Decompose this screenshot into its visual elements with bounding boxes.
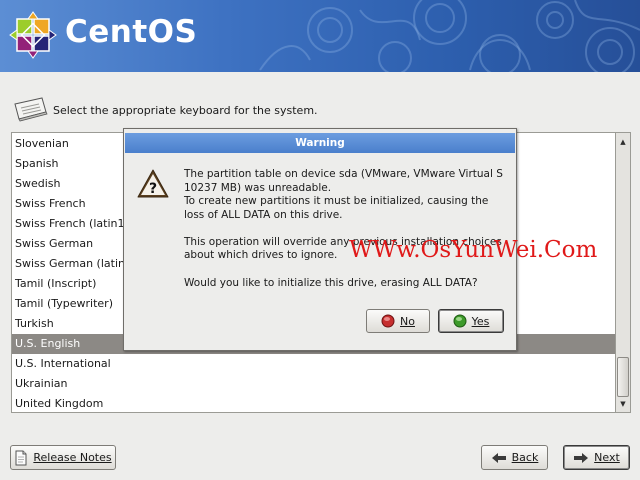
list-scrollbar[interactable]: ▲ ▼ (615, 132, 631, 413)
dialog-message-line-4: loss of ALL DATA on this drive. (184, 209, 343, 221)
back-button[interactable]: Back (481, 445, 548, 470)
watermark-text: WWw.OsYunWei.Com (349, 237, 598, 263)
arrow-right-icon (573, 452, 589, 464)
centos-logo-icon (9, 11, 57, 59)
scroll-thumb[interactable] (617, 357, 629, 397)
header-banner: CentOS (0, 0, 640, 72)
svg-text:?: ? (149, 181, 157, 197)
yes-button[interactable]: Yes (438, 309, 504, 333)
document-icon (14, 450, 28, 466)
question-icon: ? (137, 169, 169, 198)
yes-icon (453, 314, 467, 328)
next-button[interactable]: Next (563, 445, 630, 470)
arrow-left-icon (491, 452, 507, 464)
list-item-united-kingdom[interactable]: United Kingdom (12, 394, 615, 412)
list-item-ukrainian[interactable]: Ukrainian (12, 374, 615, 394)
release-notes-label: Release Notes (33, 451, 112, 464)
back-label: Back (511, 451, 539, 464)
dialog-title: Warning (125, 133, 515, 153)
dialog-question: Would you like to initialize this drive,… (184, 277, 478, 289)
scroll-up-arrow-icon[interactable]: ▲ (616, 135, 630, 149)
keyboard-icon (14, 97, 48, 122)
dialog-message-line-2: 10237 MB) was unreadable. (184, 182, 332, 194)
yes-button-label: Yes (471, 314, 490, 328)
next-label: Next (594, 451, 620, 464)
no-icon (381, 314, 395, 328)
release-notes-button[interactable]: Release Notes (10, 445, 116, 470)
dialog-message-line-3: To create new partitions it must be init… (184, 195, 489, 207)
keyboard-prompt: Select the appropriate keyboard for the … (53, 104, 318, 117)
no-button[interactable]: No (366, 309, 430, 333)
list-item-us-international[interactable]: U.S. International (12, 354, 615, 374)
brand-name: CentOS (65, 14, 198, 50)
no-button-label: No (400, 314, 415, 328)
scroll-down-arrow-icon[interactable]: ▼ (616, 397, 630, 411)
dialog-message-line-1: The partition table on device sda (VMwar… (184, 168, 503, 180)
